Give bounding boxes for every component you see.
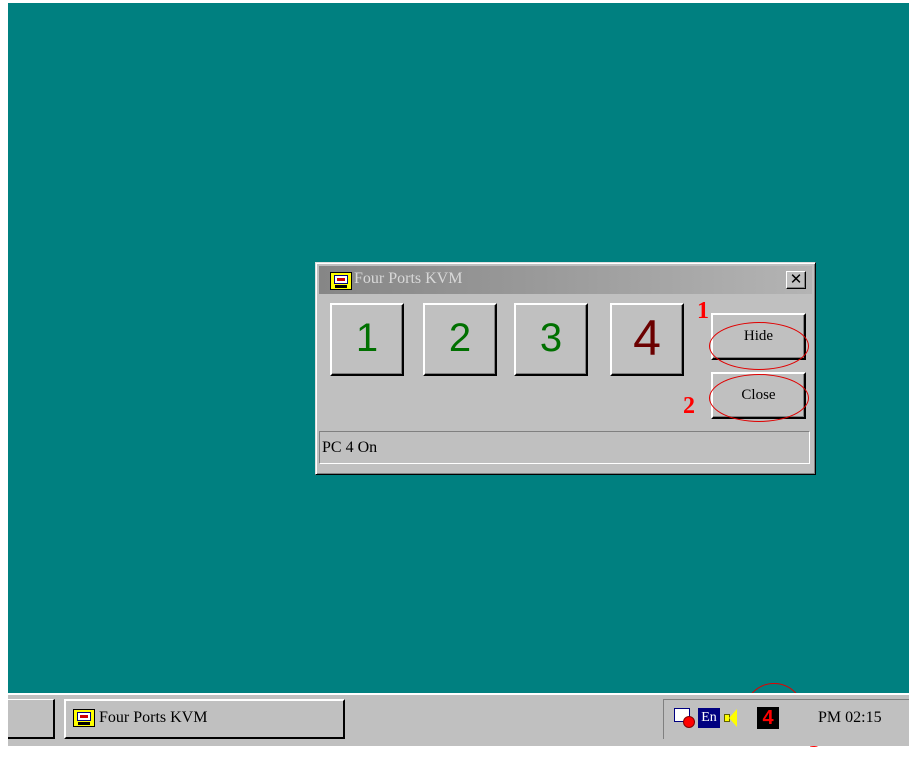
taskbar-kvm-button[interactable]: Four Ports KVM: [64, 699, 345, 739]
kvm-tray-icon[interactable]: 4: [757, 707, 779, 729]
window-title: Four Ports KVM: [354, 270, 463, 287]
kvm-monitor-icon: [330, 272, 352, 290]
annotation-1-circle: [709, 322, 809, 370]
start-button[interactable]: [8, 699, 55, 739]
annotation-1-label: 1: [697, 298, 709, 324]
language-indicator[interactable]: En: [698, 708, 720, 728]
port-3-button[interactable]: 3: [514, 303, 588, 376]
port-4-button[interactable]: 4: [610, 303, 684, 376]
taskbar: Four Ports KVM En 4 PM 02:15: [8, 693, 909, 746]
taskbar-kvm-label: Four Ports KVM: [99, 709, 208, 726]
system-tray: En 4 PM 02:15: [663, 699, 909, 739]
annotation-2-label: 2: [683, 393, 695, 419]
annotation-2-circle: [709, 374, 809, 422]
speaker-icon[interactable]: [724, 708, 742, 728]
port-1-button[interactable]: 1: [330, 303, 404, 376]
window-close-icon[interactable]: ✕: [786, 271, 806, 289]
port-2-button[interactable]: 2: [423, 303, 497, 376]
scheduler-icon[interactable]: [674, 708, 696, 728]
tray-clock[interactable]: PM 02:15: [818, 709, 882, 727]
status-bar: PC 4 On: [319, 431, 810, 464]
kvm-monitor-icon: [73, 709, 95, 727]
